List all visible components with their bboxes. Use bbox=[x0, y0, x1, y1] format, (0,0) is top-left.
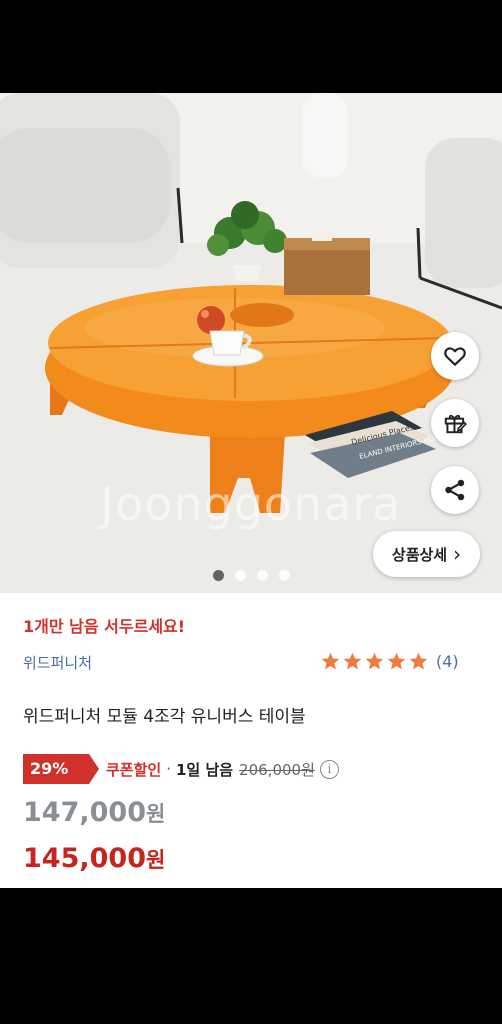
gift-icon bbox=[444, 414, 467, 434]
coupon-price: 145,000원 bbox=[23, 843, 165, 874]
coupon-price-amount: 145,000 bbox=[23, 843, 146, 874]
original-price: 206,000원 bbox=[239, 760, 315, 779]
star-icon bbox=[321, 652, 340, 670]
share-icon bbox=[445, 479, 465, 501]
discount-row: 29% 쿠폰할인 · 1일 남음 206,000원 i bbox=[23, 754, 339, 784]
heart-icon bbox=[444, 347, 466, 366]
stock-alert: 1개만 남음 서두르세요! bbox=[23, 617, 186, 636]
sale-price-unit: 원 bbox=[145, 802, 166, 826]
discount-badge: 29% bbox=[23, 754, 99, 784]
star-icon bbox=[343, 652, 362, 670]
carousel-dot[interactable] bbox=[256, 570, 268, 581]
carousel-dot[interactable] bbox=[278, 570, 290, 581]
rating-count: (4) bbox=[436, 652, 459, 671]
carousel-dot[interactable] bbox=[212, 570, 224, 581]
chevron-right-icon: › bbox=[453, 542, 462, 566]
info-icon[interactable]: i bbox=[319, 759, 339, 779]
sale-price-amount: 147,000 bbox=[23, 797, 146, 828]
status-bar bbox=[0, 0, 502, 93]
favorite-button[interactable] bbox=[431, 332, 479, 380]
navigation-bar bbox=[0, 888, 502, 1024]
rating-summary[interactable]: (4) bbox=[320, 651, 459, 672]
seller-link[interactable]: 위드퍼니처 bbox=[23, 652, 92, 673]
star-icon bbox=[409, 652, 428, 670]
time-remaining: 1일 남음 bbox=[175, 760, 234, 779]
watermark: Joonggonara bbox=[100, 477, 402, 531]
star-icon bbox=[387, 652, 406, 670]
share-button[interactable] bbox=[431, 466, 479, 514]
gift-button[interactable] bbox=[431, 399, 479, 447]
product-title: 위드퍼니처 모듈 4조각 유니버스 테이블 bbox=[23, 707, 306, 727]
product-info-panel: 1개만 남음 서두르세요! 위드퍼니처 (4) 위드퍼니처 모듈 4조각 유니버… bbox=[0, 593, 502, 888]
separator: · bbox=[166, 760, 171, 778]
sale-price: 147,000원 bbox=[23, 797, 165, 828]
carousel-indicator bbox=[0, 570, 502, 581]
coupon-label: 쿠폰할인 bbox=[106, 760, 162, 779]
carousel-dot[interactable] bbox=[234, 570, 246, 581]
product-detail-label: 상품상세 bbox=[391, 545, 448, 564]
coupon-price-unit: 원 bbox=[145, 848, 166, 872]
star-icon bbox=[365, 652, 384, 670]
